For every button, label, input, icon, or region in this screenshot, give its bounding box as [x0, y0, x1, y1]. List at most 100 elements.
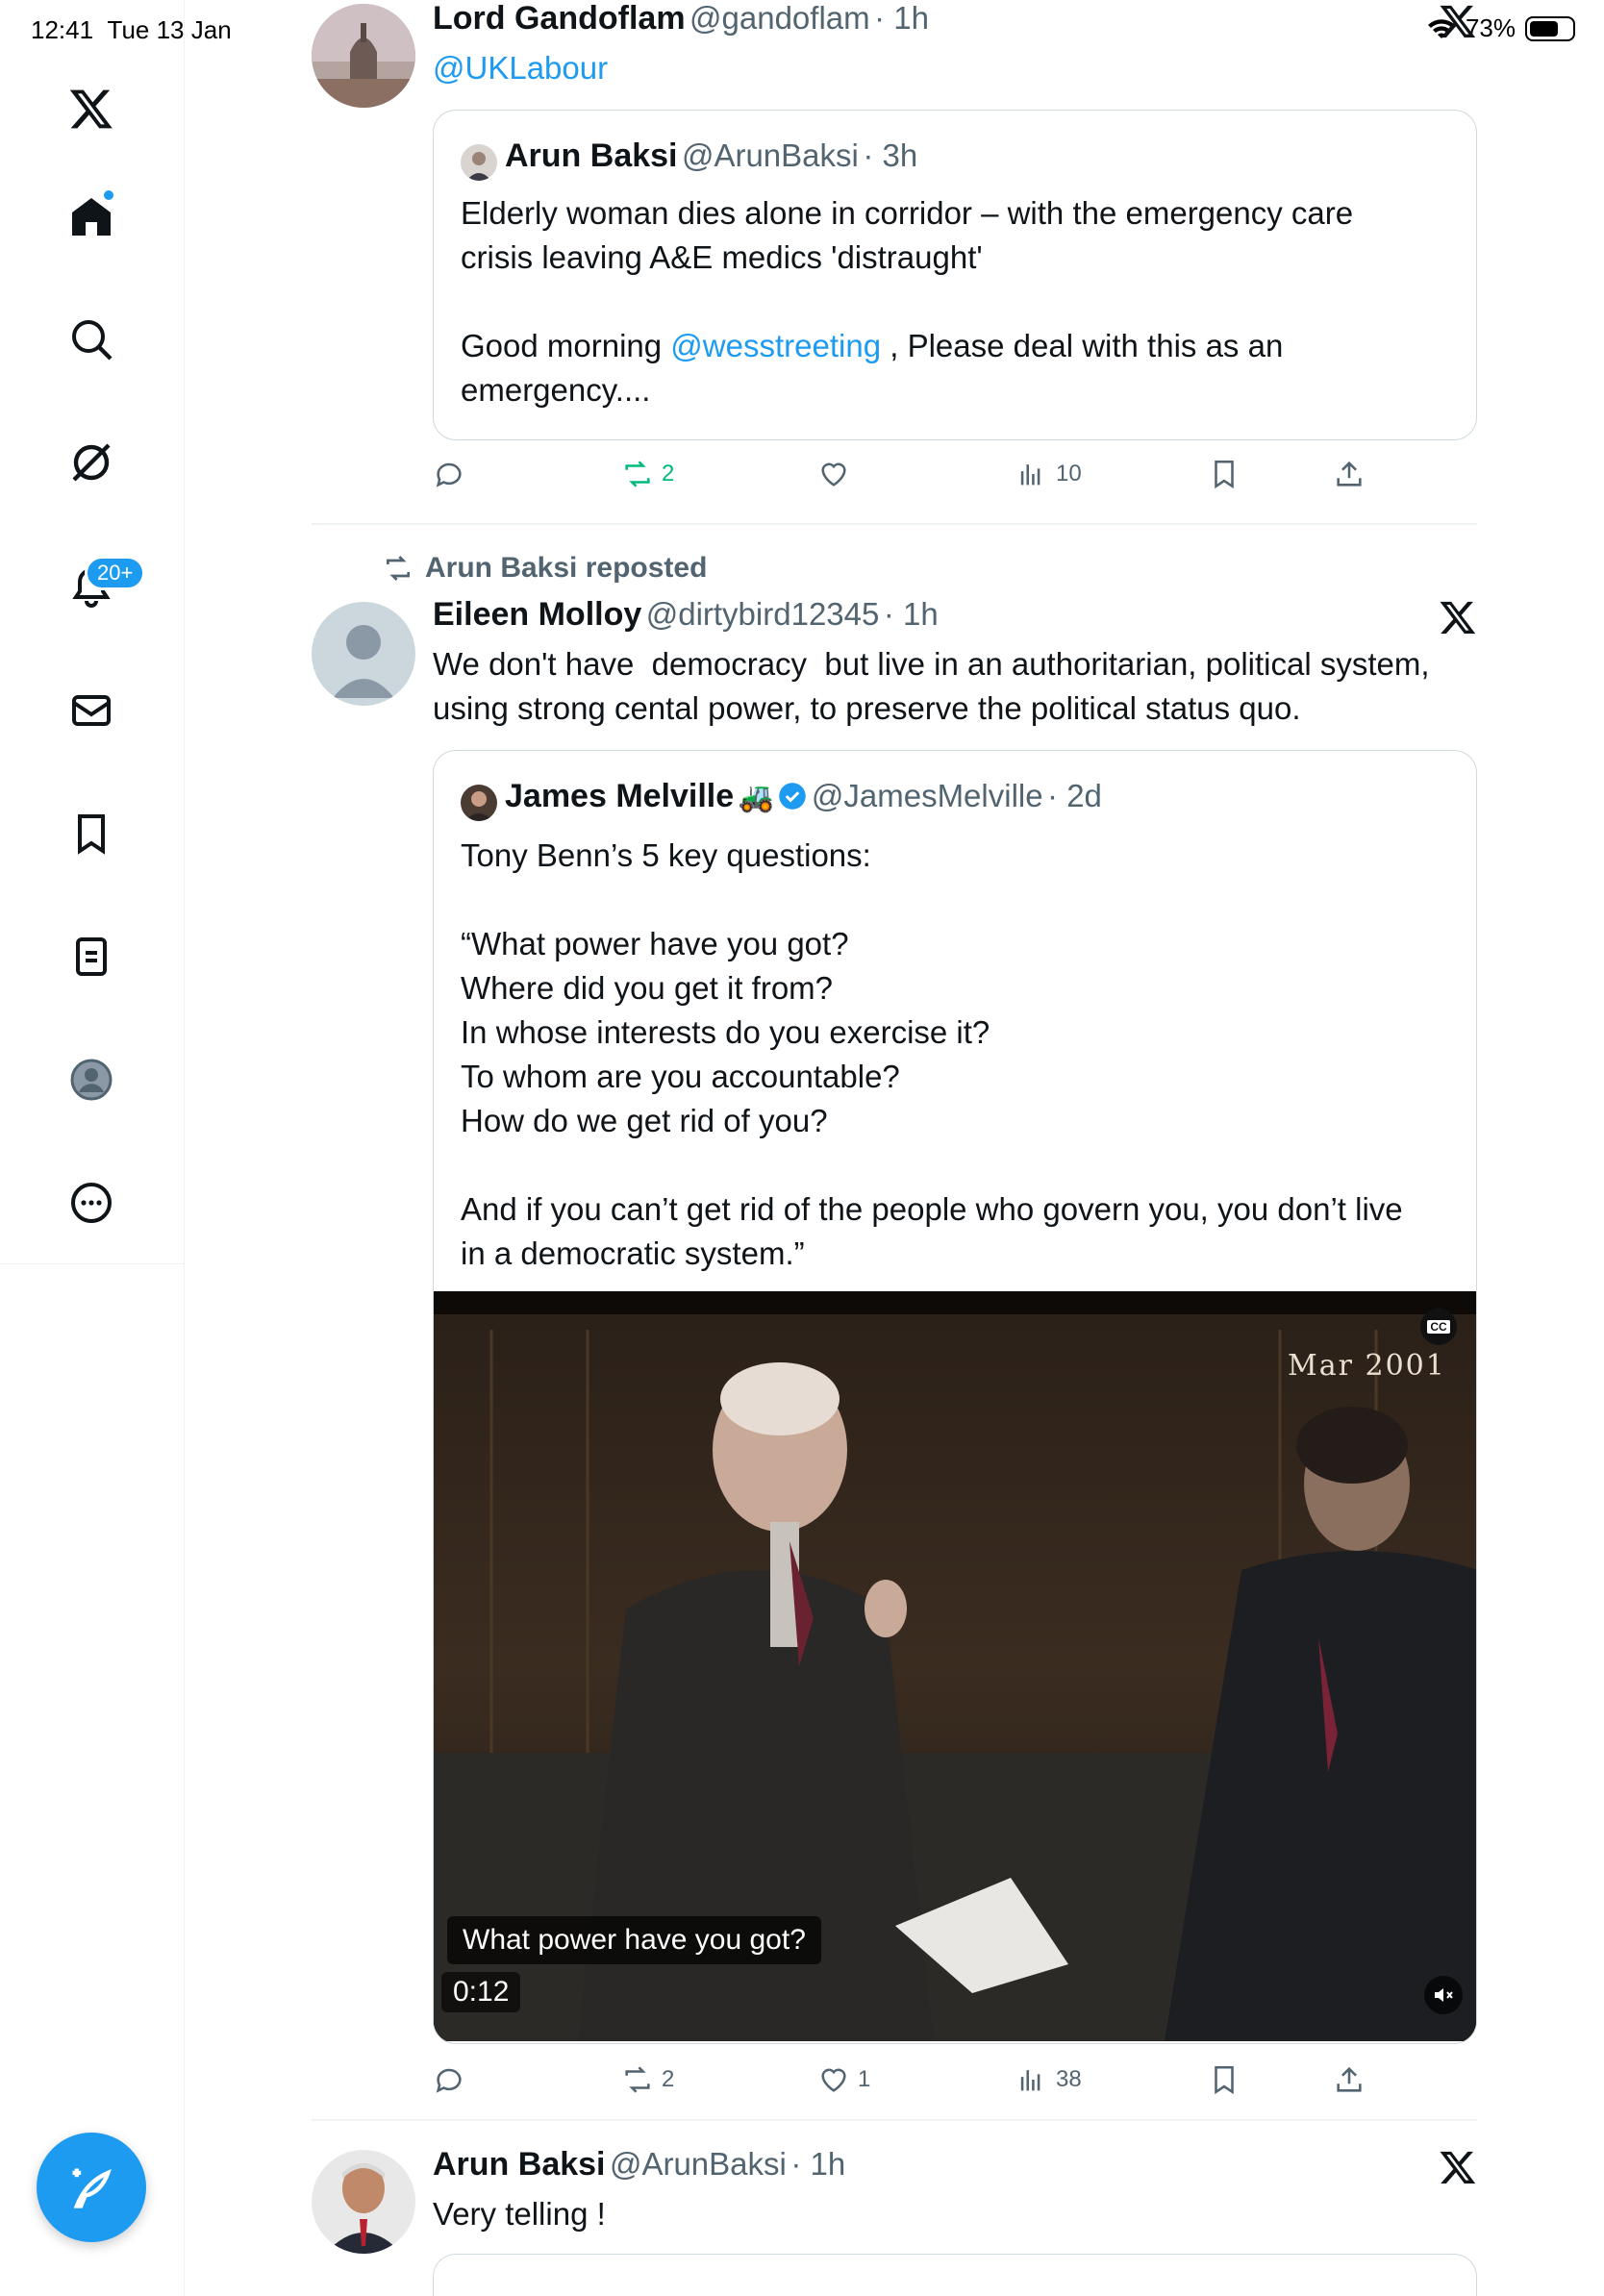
- avatar: [461, 143, 497, 181]
- bookmark-button[interactable]: [1208, 2063, 1241, 2096]
- repost-label-text[interactable]: Arun Baksi reposted: [425, 552, 707, 585]
- quote-author-handle: @JamesMelville: [811, 778, 1043, 813]
- views-count: 10: [1056, 461, 1082, 487]
- avatar[interactable]: [312, 4, 415, 108]
- post-header: Arun Baksi @ArunBaksi · 1h: [433, 2146, 845, 2184]
- views-button[interactable]: 10: [1015, 458, 1082, 490]
- quote-line: Elderly woman dies alone in corridor – w…: [461, 195, 1354, 231]
- quote-time: · 3h: [863, 137, 918, 173]
- quote-line: How do we get rid of you?: [461, 1103, 828, 1138]
- sidebar: 20+: [0, 0, 185, 2296]
- avatar[interactable]: [312, 602, 415, 706]
- quote-line: “What power have you got?: [461, 926, 849, 961]
- tractor-emoji: 🚜: [738, 782, 774, 813]
- reply-button[interactable]: [433, 458, 465, 490]
- post-divider: [312, 2119, 1477, 2121]
- search-icon[interactable]: [63, 312, 119, 367]
- post-body: Very telling !: [433, 2196, 606, 2232]
- home-notification-dot: [102, 188, 115, 202]
- compose-icon: [72, 2168, 112, 2209]
- share-icon: [1337, 461, 1362, 487]
- post-line: We don't have democracy but live in an a…: [433, 646, 1430, 682]
- quote-line: Good morning @wesstreeting , Please deal…: [461, 328, 1284, 363]
- repost-icon: [625, 461, 650, 487]
- grok-icon[interactable]: [63, 435, 119, 490]
- captions-button[interactable]: CC: [1420, 1309, 1457, 1345]
- repost-count: 2: [662, 461, 675, 487]
- quote-author-handle: @ArunBaksi: [681, 137, 859, 173]
- bookmark-icon[interactable]: [63, 806, 119, 861]
- repost-icon: [625, 2066, 650, 2093]
- quote-line: [461, 1143, 1461, 1187]
- mail-icon[interactable]: [63, 683, 119, 738]
- repost-button[interactable]: 2: [621, 2063, 674, 2096]
- avatar[interactable]: [312, 2150, 415, 2254]
- author-name[interactable]: Arun Baksi: [433, 2146, 606, 2183]
- compose-button[interactable]: [37, 2133, 146, 2242]
- post-divider: [312, 523, 1477, 525]
- avatar: [461, 784, 497, 821]
- quote-line: Where did you get it from?: [461, 970, 834, 1006]
- quoted-post[interactable]: [433, 2254, 1477, 2296]
- share-button[interactable]: [1333, 2063, 1366, 2096]
- like-count: 1: [858, 2066, 871, 2092]
- post-time: · 1h: [874, 0, 929, 36]
- author-name[interactable]: Eileen Molloy: [433, 596, 641, 633]
- quoted-post[interactable]: James Melville 🚜 @JamesMelville · 2d Ton…: [433, 750, 1477, 2044]
- post-actions: 2 10: [433, 458, 1362, 496]
- author-handle[interactable]: @ArunBaksi: [610, 2146, 787, 2182]
- x-logo-icon: [1440, 5, 1476, 38]
- heart-icon: [821, 462, 846, 487]
- x-logo-icon[interactable]: [63, 81, 119, 137]
- quote-line: Tony Benn’s 5 key questions:: [461, 837, 871, 873]
- reply-button[interactable]: [433, 2063, 465, 2096]
- mute-button[interactable]: [1424, 1976, 1463, 2014]
- like-button[interactable]: 1: [817, 2063, 870, 2096]
- views-button[interactable]: 38: [1015, 2063, 1082, 2096]
- author-handle[interactable]: @gandoflam: [689, 0, 870, 36]
- repost-icon: [387, 556, 410, 581]
- battery-icon: [1525, 15, 1575, 41]
- repost-button[interactable]: 2: [621, 458, 674, 490]
- post-time: · 1h: [790, 2146, 846, 2182]
- video-date-overlay: Mar 2001: [1288, 1349, 1446, 1383]
- post-actions: 2 1 38: [433, 2063, 1362, 2102]
- quote-author-name: James Melville: [505, 778, 735, 814]
- quote-line: And if you can’t get rid of the people w…: [461, 1191, 1403, 1227]
- video-player[interactable]: Mar 2001 CC What power have you got? 0:1…: [434, 1291, 1476, 2041]
- verified-badge-icon: [779, 783, 807, 810]
- video-timestamp: 0:12: [441, 1972, 521, 2012]
- views-icon: [1020, 464, 1040, 486]
- share-button[interactable]: [1333, 458, 1366, 490]
- quote-line: emergency....: [461, 372, 651, 408]
- reply-mention[interactable]: @UKLabour: [433, 46, 608, 90]
- quoted-post[interactable]: Arun Baksi @ArunBaksi · 3h Elderly woman…: [433, 110, 1477, 440]
- views-icon: [1020, 2070, 1040, 2091]
- author-handle[interactable]: @dirtybird12345: [646, 596, 880, 632]
- repost-count: 2: [662, 2066, 675, 2092]
- notifications-badge: 20+: [85, 556, 146, 590]
- quote-header: Arun Baksi @ArunBaksi · 3h: [461, 137, 917, 181]
- x-logo-icon: [1440, 2151, 1476, 2184]
- quote-body: Tony Benn’s 5 key questions: “What power…: [461, 834, 1461, 1276]
- cc-icon: CC: [1427, 1320, 1450, 1334]
- post-time: · 1h: [883, 596, 939, 632]
- quote-line: crisis leaving A&E medics 'distraught': [461, 239, 983, 275]
- quote-line: in a democratic system.”: [461, 1235, 805, 1271]
- heart-icon: [821, 2068, 846, 2092]
- quote-time: · 2d: [1047, 778, 1102, 813]
- like-button[interactable]: [817, 458, 850, 490]
- repost-label: Arun Baksi reposted: [383, 552, 707, 585]
- more-icon[interactable]: [63, 1175, 119, 1231]
- muted-speaker-icon: [1435, 1988, 1453, 2002]
- post-header: Eileen Molloy @dirtybird12345 · 1h: [433, 596, 939, 634]
- bookmark-button[interactable]: [1208, 458, 1241, 490]
- quote-line: [461, 878, 1461, 922]
- mention-link[interactable]: @wesstreeting: [670, 328, 881, 363]
- reply-icon: [436, 2068, 462, 2093]
- author-name[interactable]: Lord Gandoflam: [433, 0, 686, 37]
- views-count: 38: [1056, 2066, 1082, 2092]
- profile-icon[interactable]: [63, 1052, 119, 1108]
- lists-icon[interactable]: [63, 929, 119, 985]
- share-icon: [1337, 2066, 1362, 2092]
